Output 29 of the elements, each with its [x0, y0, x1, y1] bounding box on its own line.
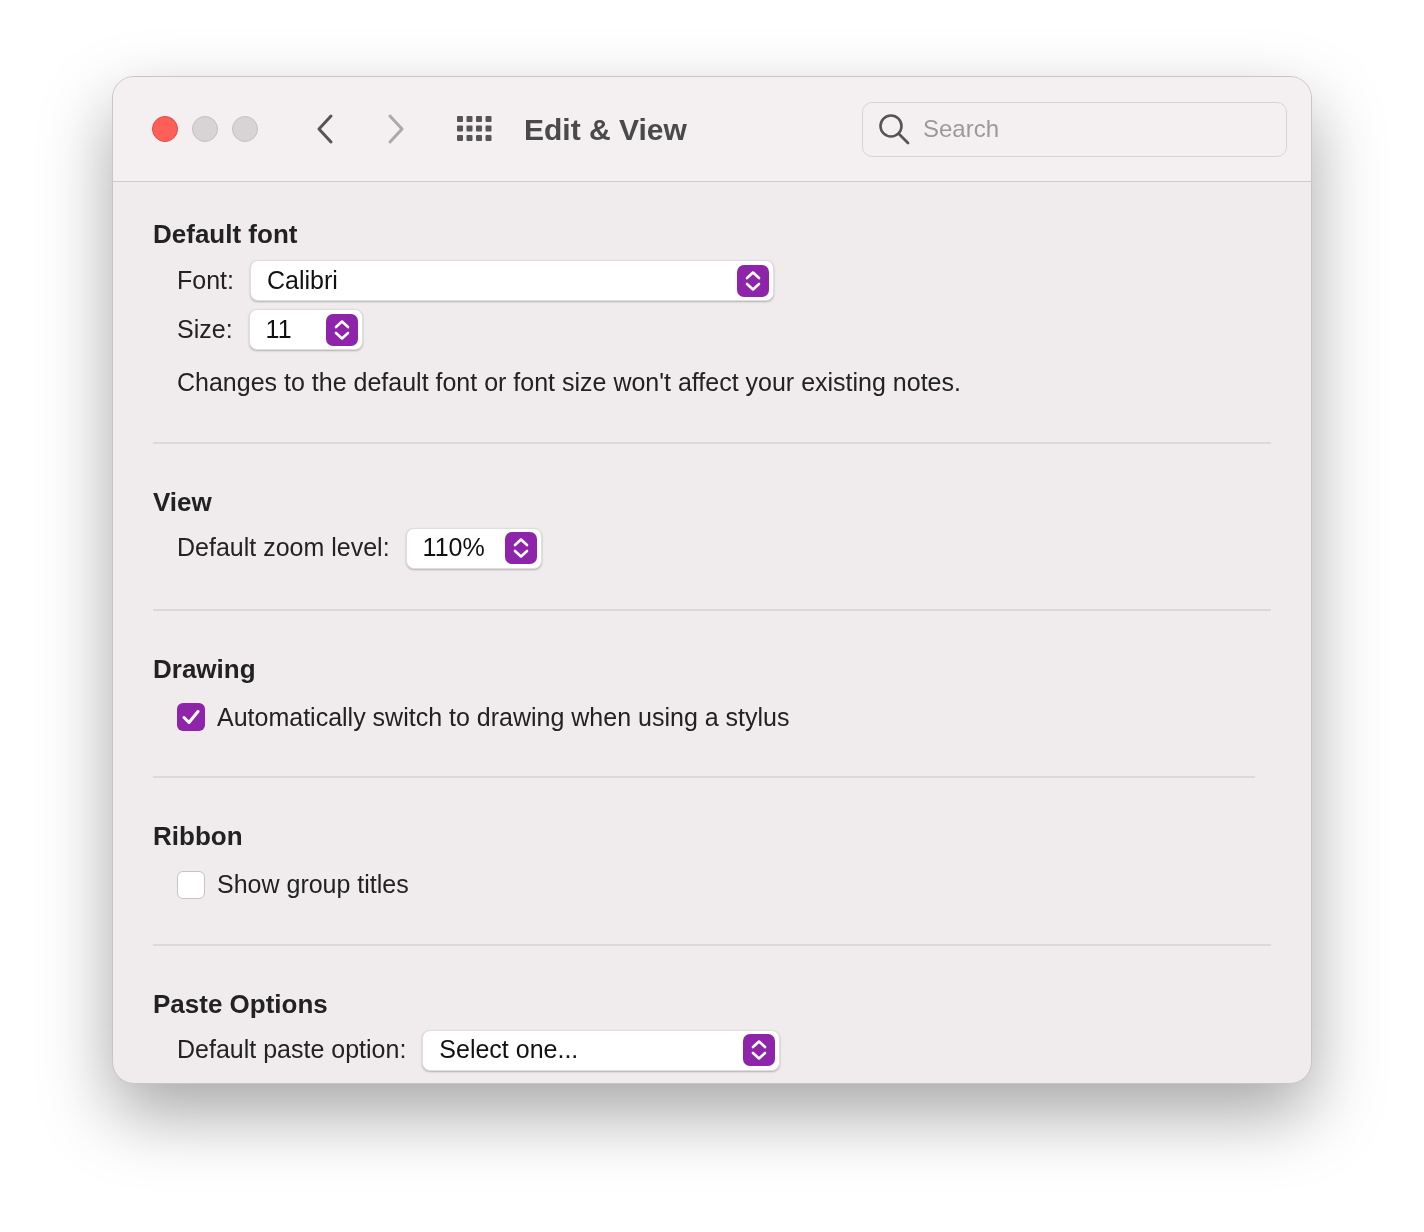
section-title: Paste Options — [153, 987, 329, 1020]
section-title: View — [153, 485, 213, 518]
section-title: Default font — [153, 218, 299, 250]
checkbox-label[interactable]: Automatically switch to drawing when using a stylus — [217, 698, 790, 736]
select-box[interactable]: Calibri — [250, 260, 774, 301]
forward-icon[interactable] — [386, 113, 406, 145]
stepper-icon — [504, 532, 537, 564]
checkmark-icon — [182, 709, 200, 726]
field-label: Size: — [177, 313, 233, 345]
select-box[interactable]: Select one... — [422, 1029, 781, 1071]
checkbox[interactable] — [177, 703, 205, 732]
window-title: Edit & View — [524, 111, 687, 148]
grid-icon[interactable] — [457, 116, 493, 142]
field-label: Default paste option: — [177, 1034, 407, 1066]
select-box[interactable]: 110% — [405, 527, 542, 569]
close-button[interactable] — [152, 116, 178, 142]
checkbox[interactable] — [177, 870, 205, 899]
section-title: Drawing — [153, 652, 257, 685]
field-label: Font: — [177, 264, 234, 296]
stepper-icon — [737, 264, 769, 297]
stepper-icon — [325, 313, 358, 346]
section-title: Ribbon — [153, 820, 244, 852]
stepper-icon — [743, 1034, 776, 1066]
select-box[interactable]: 11 — [248, 309, 363, 350]
back-icon[interactable] — [315, 113, 335, 145]
search-field[interactable]: Search — [862, 101, 1287, 157]
field-label: Default zoom level: — [177, 532, 390, 564]
checkbox-label[interactable]: Show group titles — [217, 866, 409, 904]
note-text: Changes to the default font or font size won't affect your existing notes. — [177, 367, 962, 398]
